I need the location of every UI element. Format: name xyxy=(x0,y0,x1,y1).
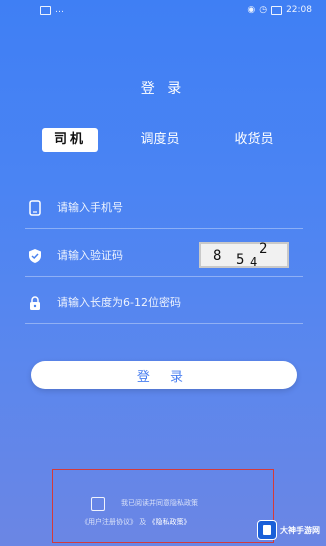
captcha-char: 5 xyxy=(236,252,245,268)
tab-driver[interactable]: 司机 xyxy=(42,128,98,152)
code-input[interactable] xyxy=(57,244,207,266)
status-left: … xyxy=(40,5,64,15)
login-button[interactable]: 登 录 xyxy=(31,361,297,389)
shield-icon xyxy=(29,249,41,263)
watermark: 大神手游网 xyxy=(257,520,320,540)
captcha-char: 8 xyxy=(213,248,222,264)
code-field: 8 5 4 2 xyxy=(25,236,303,277)
eye-icon: ◉ xyxy=(247,5,256,15)
watermark-logo-icon xyxy=(257,520,277,540)
alarm-icon: ◷ xyxy=(259,5,268,15)
status-bar: … ◉ ◷ 22:08 xyxy=(0,0,326,20)
tab-dispatcher[interactable]: 调度员 xyxy=(130,128,190,152)
sim-icon xyxy=(40,5,51,15)
agree-checkbox[interactable] xyxy=(91,497,105,511)
agreement-box: 我已阅读并同意隐私政策 《用户注册协议》 及 《隐私政策》 xyxy=(52,469,274,543)
role-tabs: 司机 调度员 收货员 xyxy=(0,128,326,154)
agreement-text: 我已阅读并同意隐私政策 xyxy=(121,499,198,507)
page-title: 登 录 xyxy=(140,81,186,97)
captcha-image[interactable]: 8 5 4 2 xyxy=(199,241,289,269)
battery-icon xyxy=(271,5,283,15)
password-input[interactable] xyxy=(57,291,277,313)
status-right: ◉ ◷ 22:08 xyxy=(247,5,312,15)
tab-receiver[interactable]: 收货员 xyxy=(224,128,284,152)
watermark-text: 大神手游网 xyxy=(280,525,320,535)
captcha-char: 2 xyxy=(259,241,268,257)
phone-input[interactable] xyxy=(57,196,207,218)
phone-icon xyxy=(29,200,41,216)
privacy-policy-link[interactable]: 《隐私政策》 xyxy=(148,518,190,526)
lock-icon xyxy=(30,296,40,310)
agreement-links: 《用户注册协议》 及 《隐私政策》 xyxy=(81,517,190,527)
carrier-text: … xyxy=(55,5,64,15)
phone-field xyxy=(25,188,303,229)
user-agreement-link[interactable]: 《用户注册协议》 xyxy=(81,518,137,526)
agreement-joiner: 及 xyxy=(139,518,147,526)
password-field xyxy=(25,283,303,324)
time-text: 22:08 xyxy=(286,5,312,15)
captcha-char: 4 xyxy=(250,255,258,269)
